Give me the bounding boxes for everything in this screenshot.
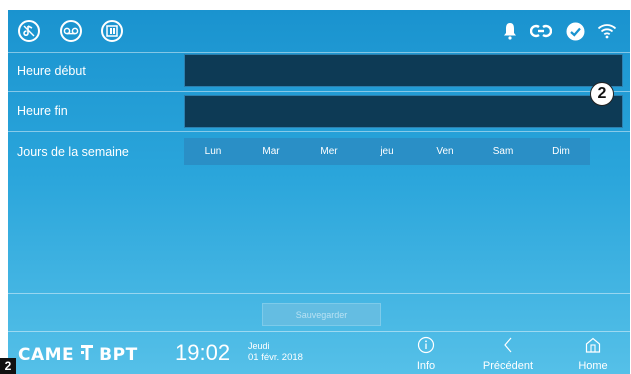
home-icon [563, 336, 623, 356]
day-button-lun[interactable]: Lun [184, 138, 242, 165]
day-button-ven[interactable]: Ven [416, 138, 474, 165]
callout-badge: 2 [590, 82, 614, 106]
wifi-icon [596, 21, 618, 41]
info-icon [396, 336, 456, 356]
day-button-jeu[interactable]: jeu [358, 138, 416, 165]
clock-date: 01 févr. 2018 [248, 352, 303, 363]
check-icon [565, 21, 585, 41]
save-button[interactable]: Sauvegarder [262, 303, 381, 326]
back-label: Précédent [482, 360, 534, 372]
clock-time: 19:02 [175, 340, 231, 365]
back-button[interactable]: Précédent [478, 336, 538, 374]
start-time-label: Heure début [17, 64, 86, 78]
figure-number-badge: 2 [0, 358, 16, 374]
start-time-row: Heure début [8, 52, 630, 91]
home-label: Home [578, 360, 608, 372]
door-status-icon[interactable] [101, 20, 123, 42]
save-bar: Sauvegarder [8, 293, 630, 331]
start-time-field[interactable] [184, 54, 623, 87]
day-button-dim[interactable]: Dim [532, 138, 590, 165]
intercom-screen: Heure début Heure fin Jours de la semain… [8, 10, 630, 374]
info-button[interactable]: Info [396, 336, 456, 374]
clock-weekday: Jeudi [248, 341, 270, 351]
bell-icon [502, 21, 518, 41]
brand-name-came: CAME [18, 344, 75, 365]
answering-machine-icon[interactable] [60, 20, 82, 42]
chevron-left-icon [478, 336, 538, 356]
day-button-mar[interactable]: Mar [242, 138, 300, 165]
bottom-bar: CAME BPT 19:02 Jeudi 01 févr. 2018 Info … [8, 331, 630, 374]
day-button-mer[interactable]: Mer [300, 138, 358, 165]
brand-name-bpt: BPT [99, 344, 138, 365]
top-bar [8, 10, 630, 52]
home-button[interactable]: Home [563, 336, 623, 374]
info-label: Info [416, 360, 436, 372]
brand-mark-icon [80, 343, 94, 366]
brand-logo: CAME BPT [18, 343, 138, 366]
end-time-field[interactable] [184, 95, 623, 128]
weekdays-label: Jours de la semaine [17, 145, 129, 159]
end-time-label: Heure fin [17, 104, 68, 118]
link-icon [530, 21, 552, 41]
day-button-sam[interactable]: Sam [474, 138, 532, 165]
end-time-row: Heure fin [8, 91, 630, 131]
mute-ringtone-icon[interactable] [18, 20, 40, 42]
